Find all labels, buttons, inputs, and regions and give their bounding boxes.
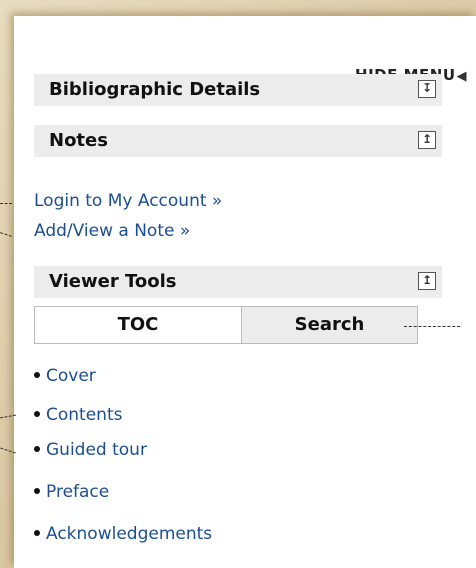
bullet-icon bbox=[34, 488, 40, 494]
tab-toc[interactable]: TOC bbox=[34, 306, 242, 344]
toc-item-label: Guided tour bbox=[46, 440, 147, 460]
toc-item-label: Contents bbox=[46, 405, 123, 425]
section-notes[interactable]: Notes ↥ bbox=[34, 125, 442, 157]
bullet-icon bbox=[34, 530, 40, 536]
toc-item-acknowledgements[interactable]: Acknowledgements bbox=[34, 524, 212, 544]
bullet-icon bbox=[34, 446, 40, 452]
section-title: Notes bbox=[49, 130, 108, 151]
tab-search[interactable]: Search bbox=[242, 306, 418, 344]
section-viewer-tools[interactable]: Viewer Tools ↥ bbox=[34, 266, 442, 298]
toc-item-contents[interactable]: Contents bbox=[34, 405, 122, 425]
toc-item-preface[interactable]: Preface bbox=[34, 482, 109, 502]
callout-dash bbox=[404, 326, 460, 327]
section-title: Viewer Tools bbox=[49, 271, 177, 292]
download-icon[interactable]: ↧ bbox=[418, 80, 436, 98]
callout-dash bbox=[0, 203, 12, 204]
toc-item-label: Acknowledgements bbox=[46, 524, 213, 544]
triangle-left-icon: ◀ bbox=[456, 69, 467, 84]
toc-item-cover[interactable]: Cover bbox=[34, 366, 96, 386]
toc-item-guided-tour[interactable]: Guided tour bbox=[34, 440, 147, 460]
section-title: Bibliographic Details bbox=[49, 79, 261, 100]
add-view-note-link[interactable]: Add/View a Note » bbox=[34, 221, 190, 241]
toc-item-label: Cover bbox=[46, 366, 96, 386]
toc-item-label: Preface bbox=[46, 482, 110, 502]
section-bibliographic-details[interactable]: Bibliographic Details ↧ bbox=[34, 74, 442, 106]
sidebar-panel: HIDE MENU◀ Bibliographic Details ↧ Notes… bbox=[0, 16, 476, 568]
bullet-icon bbox=[34, 411, 40, 417]
collapse-up-icon[interactable]: ↥ bbox=[418, 272, 436, 290]
login-link[interactable]: Login to My Account » bbox=[34, 191, 222, 211]
bullet-icon bbox=[34, 372, 40, 378]
collapse-up-icon[interactable]: ↥ bbox=[418, 131, 436, 149]
